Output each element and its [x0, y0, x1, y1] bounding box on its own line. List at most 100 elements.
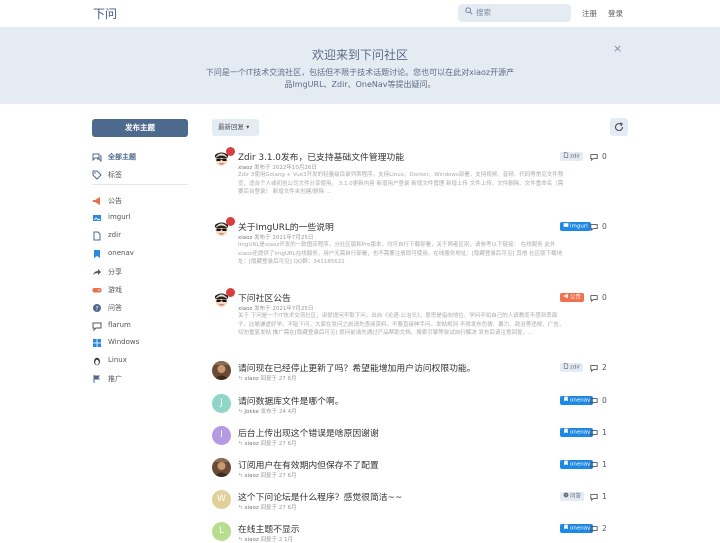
avatar[interactable]: I: [212, 426, 231, 445]
discussion-title[interactable]: 在线主题不显示: [238, 522, 300, 535]
comments-icon: [92, 153, 102, 162]
bookmark-icon: [564, 460, 568, 466]
sidebar-item-label: 公告: [108, 197, 122, 205]
flag-icon: [93, 375, 100, 383]
share-icon: [93, 269, 101, 275]
reply-count-value: 1: [602, 428, 607, 437]
hero-title: 欢迎来到下问社区: [311, 48, 408, 62]
bookmark-icon: [564, 524, 568, 530]
file-icon: [93, 231, 101, 241]
search-input[interactable]: 搜索: [458, 4, 571, 22]
meta-text: 回复于 27 6月: [260, 473, 297, 479]
search-icon: [465, 7, 473, 15]
megaphone-icon: [563, 293, 568, 299]
tag-label: onenav: [570, 461, 591, 468]
register-link[interactable]: 注册: [582, 8, 597, 19]
svg-text:?: ?: [565, 493, 567, 497]
discussion-title[interactable]: 请问现在已经停止更新了吗？希望能增加用户访问权限功能。: [238, 361, 476, 374]
discussion-title[interactable]: 下问社区公告: [238, 291, 291, 304]
comment-icon: [590, 494, 598, 501]
discussion-title[interactable]: 关于ImgURL的一些说明: [238, 220, 334, 233]
tag-badge[interactable]: onenav: [560, 396, 594, 405]
discussion-title[interactable]: 后台上传出现这个错误是啥原因谢谢: [238, 426, 379, 439]
comment-icon: [590, 462, 598, 469]
meta-text: 回复于 27 6月: [260, 441, 297, 447]
discussion-meta: ↰ xiaoz 回复于 27 6月: [238, 439, 297, 447]
discussion-title[interactable]: 订阅用户在有效期内但保存不了配置: [238, 458, 379, 471]
discussion-meta: ↰ xiaoz 回复于 27 6月: [238, 503, 297, 511]
author-name[interactable]: xiaoz: [244, 441, 258, 447]
tag-badge[interactable]: ? 问答: [560, 492, 585, 501]
tag-badge[interactable]: zdir: [560, 152, 584, 161]
discussion-title[interactable]: Zdir 3.1.0发布，已支持基础文件管理功能: [238, 150, 404, 163]
avatar[interactable]: L: [212, 522, 231, 541]
pin-icon: [226, 288, 235, 297]
comment-icon: [590, 295, 598, 302]
reply-count-value: 0: [602, 222, 607, 231]
author-name[interactable]: xiaoz: [244, 505, 258, 511]
welcome-hero: 欢迎来到下问社区 下问是一个IT技术交流社区，包括但不限于技术话题讨论。您也可以…: [0, 27, 720, 104]
image-icon: [93, 215, 101, 221]
author-name[interactable]: Jokke: [244, 409, 259, 415]
new-discussion-button[interactable]: 发布主题: [92, 119, 188, 137]
tag-badge[interactable]: onenav: [560, 524, 594, 533]
author-name[interactable]: xiaoz: [244, 376, 258, 382]
sidebar-item-label: zdir: [108, 231, 121, 239]
pin-icon: [226, 147, 235, 156]
comment-icon: [590, 154, 598, 161]
avatar[interactable]: W: [212, 490, 231, 509]
tag-badge[interactable]: imgurl: [560, 222, 591, 231]
reply-count-value: 1: [602, 460, 607, 469]
tag-label: onenav: [570, 525, 591, 532]
tag-badge[interactable]: zdir: [560, 363, 584, 372]
discussion-meta: ↰ xiaoz 回复于 2 1月: [238, 535, 293, 543]
reply-count-value: 2: [602, 524, 607, 533]
sidebar-item-label: imgurl: [108, 213, 131, 221]
discussion-title[interactable]: 请问数据库文件是哪个啊。: [238, 394, 344, 407]
discussion-meta: ↰ xiaoz 回复于 27 6月: [238, 374, 297, 382]
avatar[interactable]: [212, 458, 231, 477]
comment-icon: [590, 365, 598, 372]
tag-label: zdir: [570, 364, 581, 371]
discussion-title[interactable]: 这个下问论坛是什么程序？感觉很简洁~~: [238, 490, 402, 503]
discussion-meta: ↰ xiaoz 回复于 27 6月: [238, 471, 297, 479]
tag-badge[interactable]: onenav: [560, 460, 594, 469]
login-link[interactable]: 登录: [608, 8, 623, 19]
megaphone-icon: [93, 197, 100, 205]
tag-label: onenav: [570, 429, 591, 436]
reply-count-value: 0: [602, 396, 607, 405]
sidebar-item-label: 分享: [108, 268, 122, 276]
discussion-meta: ↰ Jokke 发布于 24 4月: [238, 407, 297, 415]
sort-dropdown[interactable]: 最新回复 ▾: [212, 119, 259, 136]
comment-icon: [590, 224, 598, 231]
reply-count-value: 2: [602, 363, 607, 372]
sidebar-item-label: 问答: [108, 304, 122, 312]
author-name[interactable]: xiaoz: [244, 537, 258, 543]
photo-avatar: [212, 361, 231, 380]
windows-icon: [93, 339, 101, 347]
tag-label: imgurl: [570, 223, 588, 230]
discussion-meta: xiaoz 发布于 2022年10月26日: [238, 163, 317, 171]
bookmark-icon: [564, 428, 568, 434]
reply-count-value: 0: [602, 293, 607, 302]
search-placeholder: 搜索: [476, 8, 491, 17]
meta-text: 回复于 2 1月: [260, 537, 294, 543]
reply-count-value: 0: [602, 152, 607, 161]
sidebar-item-label: Linux: [108, 356, 127, 364]
avatar[interactable]: J: [212, 394, 231, 413]
refresh-button[interactable]: [610, 118, 628, 136]
file-icon: [563, 363, 569, 369]
sidebar-divider: [92, 184, 188, 185]
author-name[interactable]: xiaoz: [244, 473, 258, 479]
sidebar-item-label: onenav: [108, 249, 134, 257]
close-icon[interactable]: ×: [613, 42, 622, 55]
header: 下问 搜索 注册 登录: [0, 0, 720, 27]
bookmark-icon: [94, 250, 100, 258]
linux-icon: [94, 357, 100, 366]
gamepad-icon: [92, 288, 102, 293]
tag-badge[interactable]: onenav: [560, 428, 594, 437]
tag-badge[interactable]: 公告: [560, 293, 585, 302]
site-brand[interactable]: 下问: [93, 5, 117, 22]
avatar[interactable]: [212, 361, 231, 380]
tag-label: 问答: [570, 493, 582, 500]
